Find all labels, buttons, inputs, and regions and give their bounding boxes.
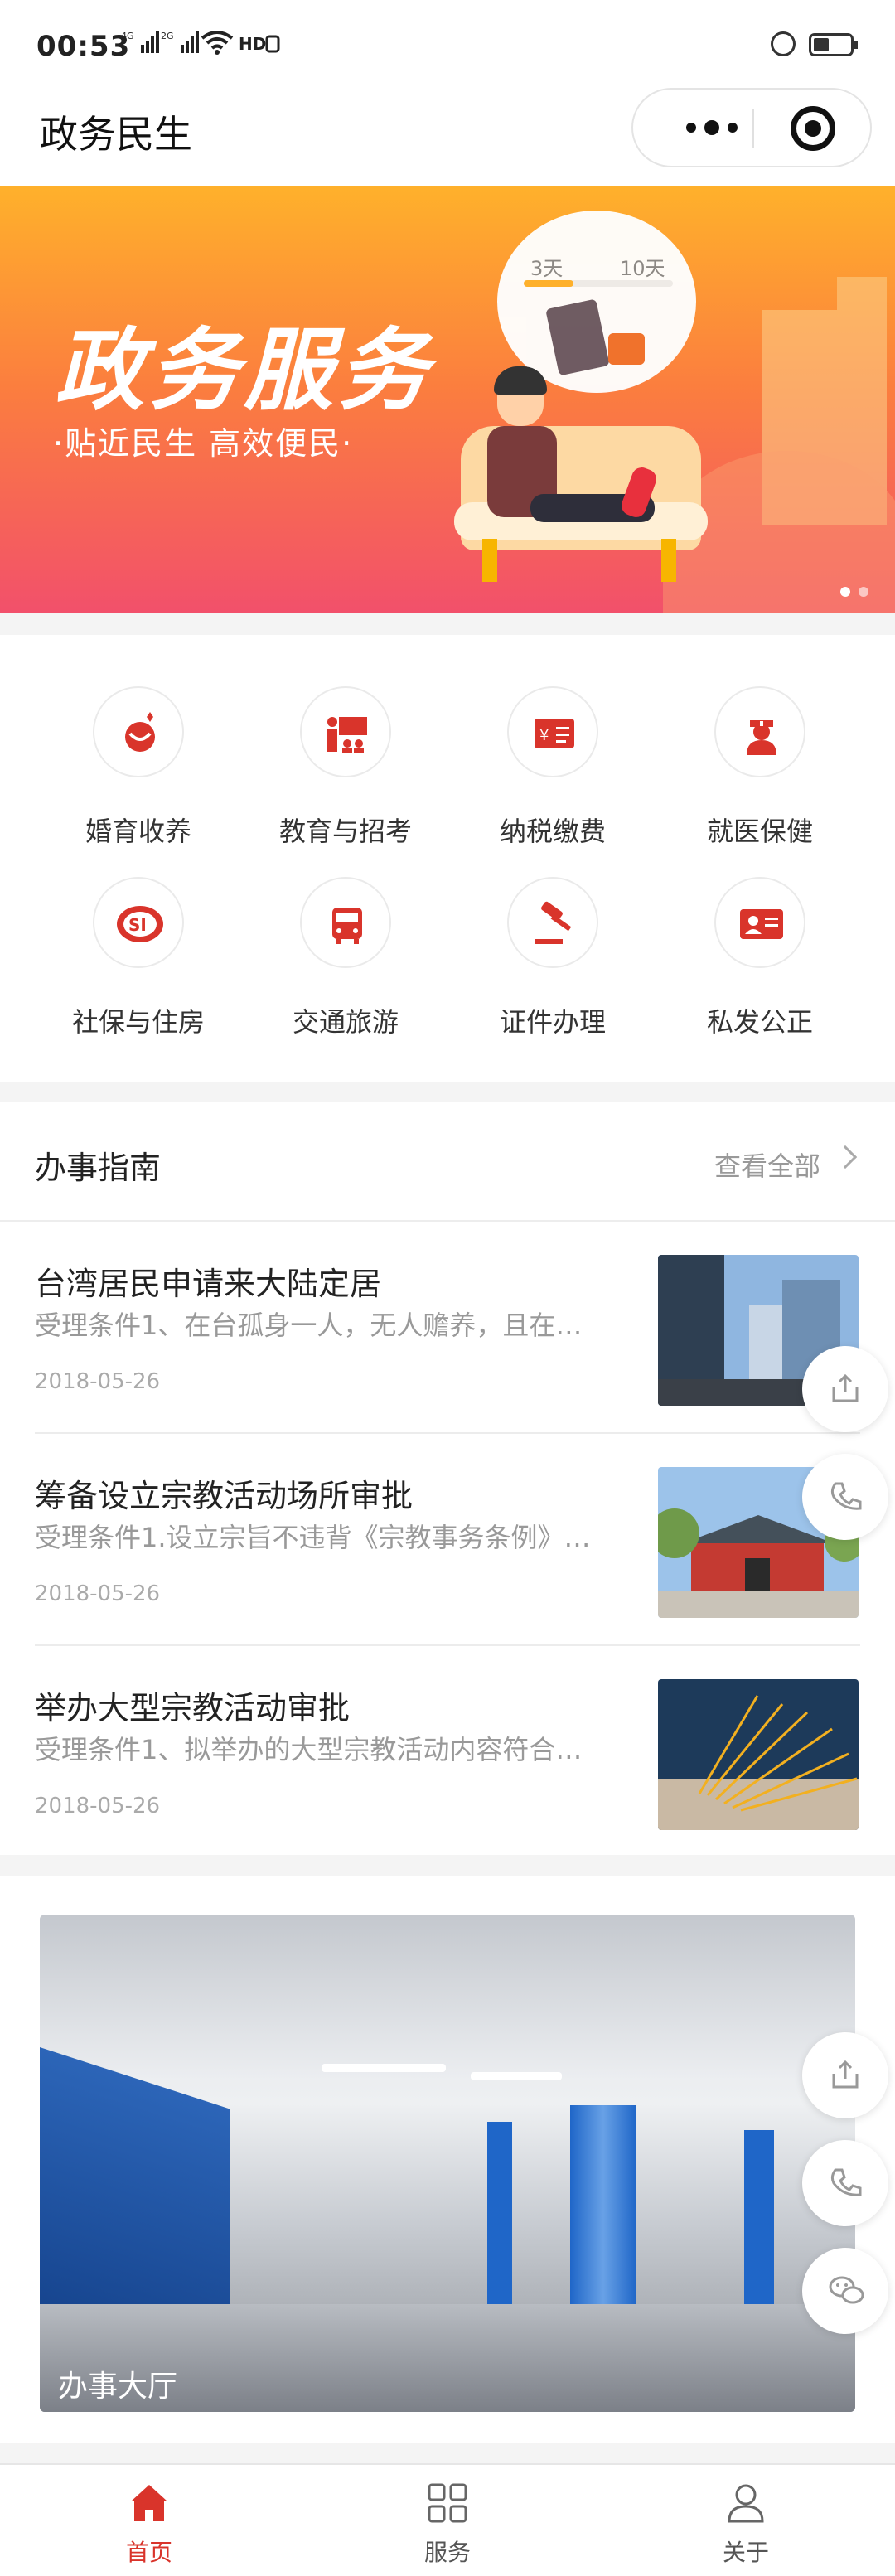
banner-carousel[interactable]: 政务服务 ·贴近民生 高效便民· 3天 10天 <box>0 186 895 613</box>
svg-text:¥: ¥ <box>539 727 549 744</box>
guide-item-title: 举办大型宗教活动审批 <box>35 1690 351 1726</box>
guide-item-desc: 受理条件1、在台孤身一人，无人赡养，且在… <box>35 1310 583 1341</box>
person-icon <box>728 2484 764 2523</box>
svg-text:HD: HD <box>239 34 266 54</box>
capsule-divider <box>752 109 754 148</box>
category-label: 社保与住房 <box>71 1006 205 1038</box>
more-dots-icon[interactable] <box>666 90 757 166</box>
guide-item[interactable]: 举办大型宗教活动审批 受理条件1、拟举办的大型宗教活动内容符合… 2018-05… <box>35 1646 860 1858</box>
tab-label: 关于 <box>722 2539 769 2566</box>
category-social-security[interactable]: SI 社保与住房 <box>35 826 242 1038</box>
nav-bar: 政务民生 <box>0 80 895 186</box>
passport-icon <box>545 298 610 376</box>
guide-item-thumbnail <box>658 1679 859 1830</box>
category-grid: 婚育收养 教育与招考 ¥ 纳税缴费 就医保健 SI 社保与住房 交通旅游 证件办… <box>0 635 895 1082</box>
guide-item-desc: 受理条件1、拟举办的大型宗教活动内容符合… <box>35 1734 583 1765</box>
category-education[interactable]: 教育与招考 <box>242 635 449 847</box>
hd-icon: HD <box>239 30 280 60</box>
social-security-icon: SI <box>93 877 184 968</box>
nurse-icon <box>714 686 806 777</box>
svg-text:2G: 2G <box>161 31 174 41</box>
tab-label: 服务 <box>423 2539 471 2566</box>
stamp-icon <box>608 333 645 365</box>
phone-button[interactable] <box>802 1454 888 1540</box>
guide-section: 办事指南 查看全部 台湾居民申请来大陆定居 受理条件1、在台孤身一人，无人赡养，… <box>0 1102 895 1855</box>
status-bar: 00:53 4G 2G HD <box>0 0 895 80</box>
id-card-icon <box>714 877 806 968</box>
svg-text:SI: SI <box>128 915 147 935</box>
wechat-button[interactable] <box>802 2248 888 2334</box>
carousel-dot[interactable] <box>859 587 868 597</box>
bus-icon <box>300 877 391 968</box>
signal-4g-icon: 4G <box>121 30 159 60</box>
hall-image-card[interactable]: 办事大厅 <box>40 1915 855 2412</box>
family-icon <box>93 686 184 777</box>
wifi-icon <box>201 30 234 60</box>
ceiling-light <box>471 2072 562 2080</box>
guide-item-title: 筹备设立宗教活动场所审批 <box>35 1478 414 1514</box>
tax-icon: ¥ <box>507 686 598 777</box>
share-button[interactable] <box>802 1346 888 1432</box>
banner-subtitle: ·贴近民生 高效便民· <box>53 425 354 462</box>
bubble-left-label: 3天 <box>530 257 564 280</box>
alarm-icon <box>771 31 796 56</box>
carousel-dots[interactable] <box>840 587 868 597</box>
guide-item-desc: 受理条件1.设立宗旨不违背《宗教事务条例》… <box>35 1522 591 1553</box>
category-certificate[interactable]: 证件办理 <box>449 826 656 1038</box>
category-transport[interactable]: 交通旅游 <box>242 826 449 1038</box>
category-label: 私发公正 <box>706 1006 813 1038</box>
signal-2g-icon: 2G <box>161 30 199 60</box>
carousel-dot-active[interactable] <box>840 587 850 597</box>
svg-text:4G: 4G <box>121 31 134 41</box>
guide-item-date: 2018-05-26 <box>35 1369 161 1394</box>
guide-item-date: 2018-05-26 <box>35 1794 161 1818</box>
category-marriage[interactable]: 婚育收养 <box>35 635 242 847</box>
bubble-right-label: 10天 <box>620 257 665 280</box>
guide-item[interactable]: 筹备设立宗教活动场所审批 受理条件1.设立宗旨不违背《宗教事务条例》… 2018… <box>35 1434 860 1646</box>
teacher-icon <box>300 686 391 777</box>
chevron-right-icon[interactable] <box>833 1145 858 1169</box>
gavel-icon <box>507 877 598 968</box>
home-icon <box>131 2485 167 2521</box>
view-all-link[interactable]: 查看全部 <box>714 1145 820 1184</box>
banner-title: 政务服务 <box>55 319 433 423</box>
tab-bar: 首页 服务 关于 <box>0 2463 895 2576</box>
guide-title: 办事指南 <box>35 1150 162 1186</box>
page-title: 政务民生 <box>40 112 192 157</box>
battery-icon <box>809 33 858 56</box>
tab-service[interactable]: 服务 <box>298 2465 597 2576</box>
category-medical[interactable]: 就医保健 <box>656 635 864 847</box>
hall-section: 办事大厅 <box>0 1876 895 2443</box>
phone-icon <box>830 1482 862 1510</box>
phone-button[interactable] <box>802 2140 888 2226</box>
share-icon <box>832 2060 859 2089</box>
category-tax[interactable]: ¥ 纳税缴费 <box>449 635 656 847</box>
phone-icon <box>830 2168 862 2196</box>
tab-label: 首页 <box>125 2539 172 2566</box>
speech-bubble: 3天 10天 <box>497 211 696 393</box>
guide-header: 办事指南 查看全部 <box>0 1102 895 1222</box>
tab-about[interactable]: 关于 <box>597 2465 895 2576</box>
category-label: 证件办理 <box>499 1006 606 1038</box>
tab-home[interactable]: 首页 <box>0 2465 298 2576</box>
ceiling-light <box>322 2064 446 2072</box>
share-button[interactable] <box>802 2032 888 2118</box>
category-notary[interactable]: 私发公正 <box>656 826 864 1038</box>
wechat-icon <box>829 2276 864 2304</box>
status-time: 00:53 <box>36 30 131 63</box>
hall-ceiling <box>40 1915 855 2080</box>
grid-icon <box>428 2483 467 2523</box>
target-close-icon[interactable] <box>791 106 835 151</box>
progress-bar <box>524 280 673 287</box>
guide-item-date: 2018-05-26 <box>35 1581 161 1606</box>
hall-column <box>487 2122 512 2312</box>
mini-program-capsule <box>631 88 872 167</box>
guide-item-title: 台湾居民申请来大陆定居 <box>35 1266 382 1302</box>
guide-item[interactable]: 台湾居民申请来大陆定居 受理条件1、在台孤身一人，无人赡养，且在… 2018-0… <box>35 1222 860 1434</box>
category-label: 交通旅游 <box>292 1006 399 1038</box>
hall-label: 办事大厅 <box>58 2370 178 2404</box>
share-icon <box>832 1373 859 1402</box>
